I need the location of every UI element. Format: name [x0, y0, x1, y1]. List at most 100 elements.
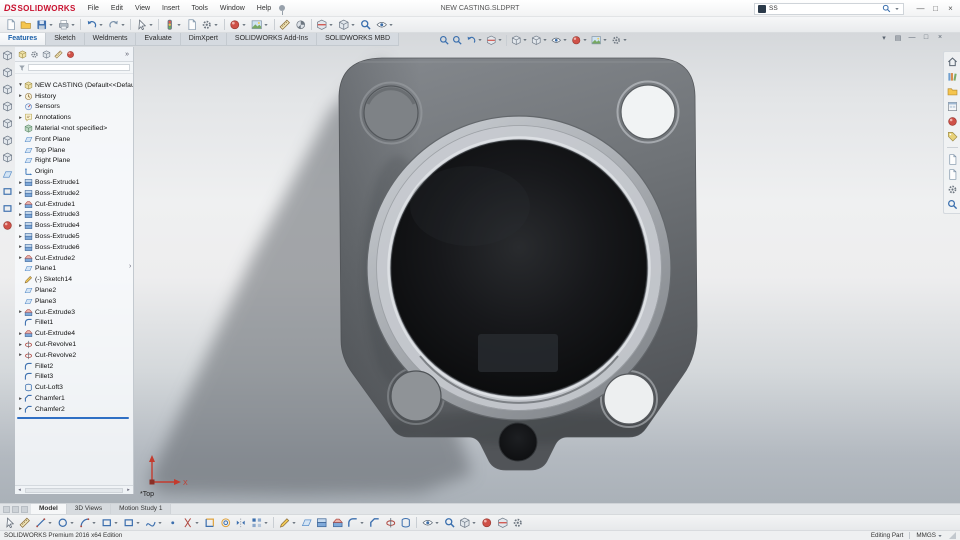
scroll-right-icon[interactable]: ▸ [124, 487, 133, 493]
tree-item[interactable]: ▸ Boss-Extrude4 [15, 220, 133, 231]
tree-item[interactable]: Plane3 [15, 296, 133, 307]
close-doc-icon[interactable]: × [934, 34, 946, 42]
tree-item[interactable]: Sensors [15, 102, 133, 113]
scroll-track[interactable] [25, 487, 123, 493]
panel-flyout-arrow[interactable]: › [129, 263, 131, 270]
options-icon[interactable] [511, 516, 526, 530]
mass-properties-icon[interactable] [293, 18, 308, 32]
tree-item[interactable]: Plane1 [15, 264, 133, 275]
graphics-viewport[interactable]: X Features Sketch Weldments Evaluate DimXper… [0, 33, 960, 503]
help-icon[interactable] [947, 198, 958, 210]
tab-scroll-left-icon[interactable] [12, 505, 19, 513]
tile-windows-icon[interactable]: ▤ [892, 34, 904, 42]
tree-item[interactable]: ▸ Annotations [15, 112, 133, 123]
tab-hole[interactable] [498, 422, 538, 462]
tree-item[interactable]: ▸ History [15, 91, 133, 102]
hide-show-items-icon[interactable] [420, 516, 441, 530]
circle-icon[interactable] [55, 516, 76, 530]
tab-weldments[interactable]: Weldments [85, 33, 137, 45]
top-view-icon[interactable] [2, 117, 13, 130]
bolt-hole-top-left[interactable] [363, 85, 419, 141]
display-manager-tab-icon[interactable] [65, 48, 76, 60]
expand-arrow-icon[interactable]: ▸ [17, 255, 24, 261]
print-icon[interactable] [56, 18, 77, 32]
revolve-icon[interactable] [383, 516, 398, 530]
extruded-boss-icon[interactable] [315, 516, 330, 530]
search-caret-icon[interactable] [894, 6, 900, 12]
spline-icon[interactable] [143, 516, 164, 530]
pin-toolbar-icon[interactable]: ▾ [878, 34, 890, 42]
pane-split-icon[interactable] [3, 505, 10, 513]
expand-arrow-icon[interactable]: ▸ [17, 180, 24, 186]
tree-item[interactable]: Fillet2 [15, 361, 133, 372]
search-scope-icon[interactable] [758, 4, 766, 13]
rebuild-icon[interactable] [162, 18, 183, 32]
new-document-icon[interactable] [3, 18, 18, 32]
tree-item[interactable]: ▸ Cut-Extrude2 [15, 253, 133, 264]
tree-item[interactable]: ▸ Cut-Revolve2 [15, 350, 133, 361]
expand-arrow-icon[interactable]: ▸ [17, 201, 24, 207]
tree-item[interactable]: Top Plane [15, 145, 133, 156]
expand-arrow-icon[interactable]: ▸ [17, 115, 24, 121]
tree-item[interactable]: ▸ Boss-Extrude2 [15, 188, 133, 199]
tree-item[interactable]: ▸ Chamfer1 [15, 393, 133, 404]
point-icon[interactable] [165, 516, 180, 530]
panel-overflow-icon[interactable]: » [125, 51, 131, 58]
zoom-to-fit-icon[interactable] [437, 33, 451, 47]
zoom-icon[interactable] [442, 516, 457, 530]
tree-scrollbar[interactable]: ◂ ▸ [15, 485, 133, 494]
convert-entities-icon[interactable] [203, 516, 218, 530]
zoom-to-area-icon[interactable] [451, 33, 465, 47]
left-view-icon[interactable] [2, 83, 13, 96]
tree-item[interactable]: ▸ Boss-Extrude3 [15, 210, 133, 221]
shaded-with-edges-icon[interactable] [2, 219, 13, 232]
reference-plane-icon[interactable] [299, 516, 314, 530]
maximize-window-icon[interactable]: □ [928, 0, 943, 17]
smart-dimension-icon[interactable] [18, 516, 33, 530]
close-window-icon[interactable]: × [943, 0, 958, 17]
display-style-icon[interactable] [529, 33, 549, 47]
select-icon[interactable] [2, 516, 17, 530]
tree-item[interactable]: ▸ Cut-Extrude1 [15, 199, 133, 210]
redo-icon[interactable] [106, 18, 127, 32]
tree-item[interactable]: Fillet1 [15, 318, 133, 329]
save-icon[interactable] [34, 18, 55, 32]
apply-scene-icon[interactable] [250, 18, 271, 32]
rectangle-icon[interactable] [99, 516, 120, 530]
menu-edit[interactable]: Edit [105, 0, 129, 17]
restore-doc-icon[interactable]: □ [920, 34, 932, 42]
tree-item[interactable]: Origin [15, 166, 133, 177]
expand-arrow-icon[interactable]: ▸ [17, 244, 24, 250]
tree-item[interactable]: ▸ Cut-Revolve1 [15, 339, 133, 350]
pin-menu-icon[interactable] [279, 5, 286, 15]
expand-arrow-icon[interactable]: ▸ [17, 331, 24, 337]
file-properties-icon[interactable] [184, 18, 199, 32]
undo-icon[interactable] [84, 18, 105, 32]
minimize-window-icon[interactable]: — [913, 0, 928, 17]
slot-icon[interactable] [121, 516, 142, 530]
tree-item[interactable]: Plane2 [15, 285, 133, 296]
doc-tab-3d-views[interactable]: 3D Views [66, 504, 112, 514]
zoom-to-fit-icon[interactable] [359, 18, 374, 32]
search-icon[interactable] [882, 4, 891, 13]
solidworks-resources-icon[interactable] [947, 55, 958, 67]
hidden-lines-visible-icon[interactable] [2, 202, 13, 215]
fillet-icon[interactable] [346, 516, 367, 530]
tree-item[interactable]: Front Plane [15, 134, 133, 145]
rollback-bar[interactable] [17, 416, 129, 419]
arc-icon[interactable] [77, 516, 98, 530]
bolt-hole-bottom-left[interactable] [390, 370, 442, 422]
tab-solidworks-add-ins[interactable]: SOLIDWORKS Add-Ins [227, 33, 318, 45]
section-view-icon[interactable] [315, 18, 336, 32]
appearances-scenes-icon[interactable] [947, 115, 958, 127]
view-orientation-icon[interactable] [509, 33, 529, 47]
expand-arrow-icon[interactable]: ▸ [17, 93, 24, 99]
tree-item[interactable]: Right Plane [15, 156, 133, 167]
tab-scroll-right-icon[interactable] [21, 505, 28, 513]
tree-item[interactable]: Material <not specified> [15, 123, 133, 134]
settings-icon[interactable] [947, 183, 958, 195]
tab-dimxpert[interactable]: DimXpert [181, 33, 227, 45]
property-manager-tab-icon[interactable] [29, 48, 40, 60]
file-explorer-icon[interactable] [947, 85, 958, 97]
custom-properties-icon[interactable] [947, 130, 958, 142]
